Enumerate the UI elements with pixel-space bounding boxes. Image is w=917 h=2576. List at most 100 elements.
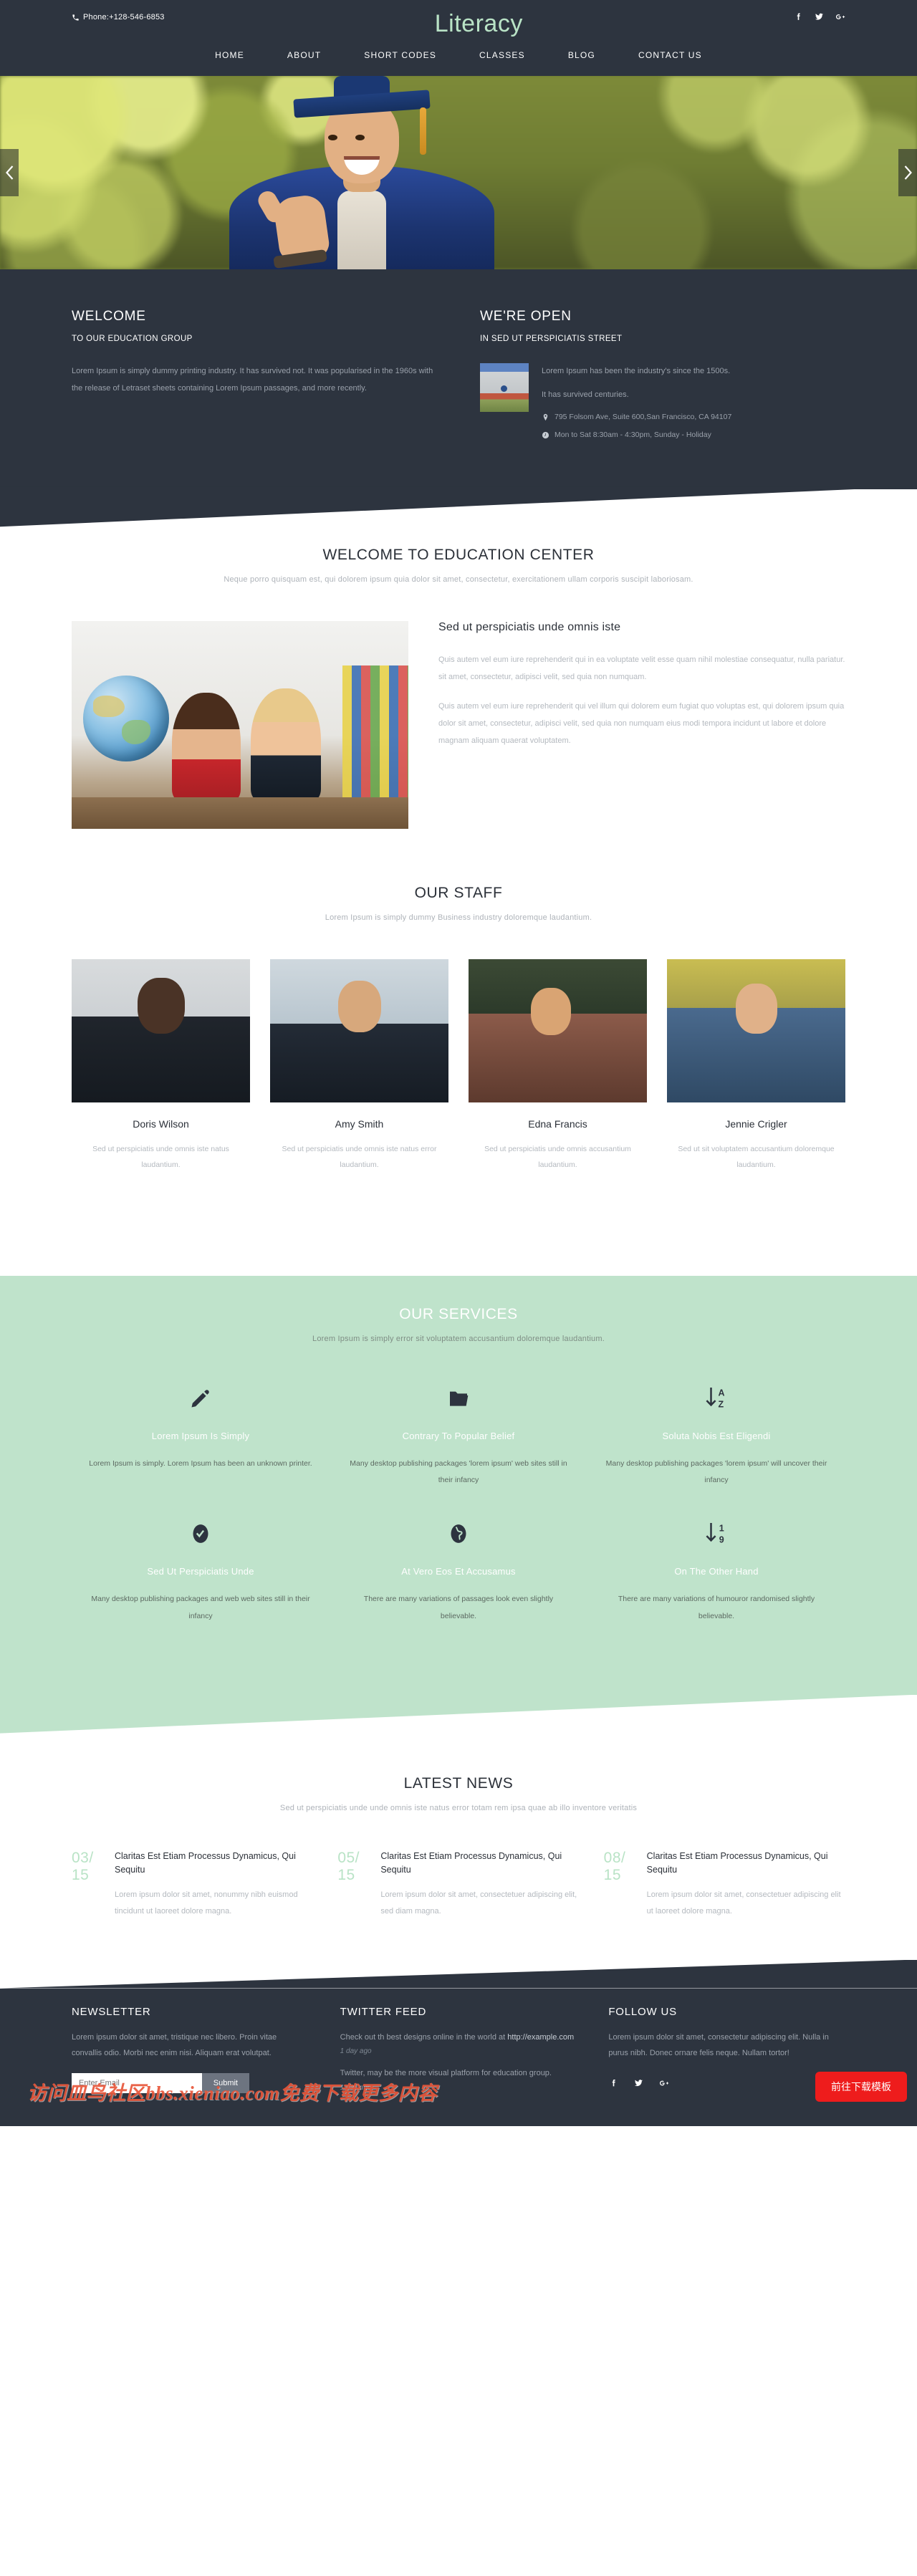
map-pin-icon [543,413,548,420]
were-open-column: WE'RE OPEN IN SED UT PERSPICIATIS STREET… [480,309,845,439]
services-subtitle: Lorem Ipsum is simply error sit voluptat… [312,1335,605,1344]
hero-slider [0,76,917,269]
education-heading: Sed ut perspiciatis unde omnis iste [438,621,621,634]
service-card[interactable]: Contrary To Popular Belief Many desktop … [330,1382,587,1489]
news-title: LATEST NEWS [403,1774,514,1792]
phone-contact[interactable]: Phone:+128-546-6853 [72,7,165,21]
staff-description: Sed ut perspiciatis unde omnis iste natu… [282,1145,437,1170]
staff-subtitle: Lorem Ipsum is simply dummy Business ind… [325,913,592,923]
service-icon-wrap: 1 9 [603,1517,830,1550]
folder-icon [450,1391,469,1406]
sort-numeric-desc-icon: 1 9 [706,1523,724,1545]
nav-item-classes[interactable]: CLASSES [458,46,547,64]
service-icon-wrap [87,1382,314,1415]
service-title: Contrary To Popular Belief [402,1431,515,1442]
tweet-2-text: Twitter, may be the more visual platform… [340,2069,552,2078]
service-card[interactable]: A Z Soluta Nobis Est Eligendi Many deskt… [587,1382,845,1489]
staff-member-card[interactable]: Doris Wilson Sed ut perspiciatis unde om… [72,959,250,1173]
nav-item-home[interactable]: HOME [193,46,266,64]
google-plus-icon [836,14,845,19]
news-date: 03/ 15 [72,1850,105,1920]
footer-twitter-link[interactable] [633,2077,644,2092]
news-heading[interactable]: Claritas Est Etiam Processus Dynamicus, … [115,1850,313,1878]
nav-item-short-codes[interactable]: SHORT CODES [342,46,458,64]
news-desc: Lorem ipsum dolor sit amet, consectetuer… [380,1890,577,1916]
nav-item-about[interactable]: ABOUT [266,46,342,64]
newsletter-body: Lorem ipsum dolor sit amet, tristique ne… [72,2032,277,2058]
site-logo[interactable]: Literacy [165,11,793,36]
site-footer: NEWSLETTER Lorem ipsum dolor sit amet, t… [0,1959,917,2126]
newsletter-form: Submit [72,2072,249,2093]
education-center-section: WELCOME TO EDUCATION CENTER Neque porro … [0,489,917,830]
hero-next-button[interactable] [898,149,917,196]
tweet-1-link[interactable]: http://example.com [507,2033,574,2042]
open-title: WE'RE OPEN [480,309,572,324]
newsletter-email-input[interactable] [72,2072,202,2093]
twitter-icon [635,2079,643,2086]
footer-google-plus-link[interactable] [658,2077,669,2092]
staff-member-card[interactable]: Edna Francis Sed ut perspiciatis unde om… [469,959,647,1173]
download-template-button[interactable]: 前往下载模板 [815,2071,907,2102]
news-heading[interactable]: Claritas Est Etiam Processus Dynamicus, … [647,1850,845,1878]
education-photo [72,621,408,830]
hero-prev-button[interactable] [0,149,19,196]
service-card[interactable]: Lorem Ipsum Is Simply Lorem Ipsum is sim… [72,1382,330,1489]
staff-name: Jennie Crigler [725,1118,787,1130]
news-item[interactable]: 08/ 15 Claritas Est Etiam Processus Dyna… [604,1850,845,1920]
header-google-plus-link[interactable] [835,11,845,22]
footer-facebook-link[interactable] [608,2077,619,2092]
follow-us-title: FOLLOW US [608,2005,677,2018]
open-body-1: Lorem Ipsum has been the industry's sinc… [542,367,731,375]
nav-item-blog[interactable]: BLOG [547,46,617,64]
news-date-day: 03/ [72,1849,94,1866]
news-date-day: 05/ [337,1849,360,1866]
service-icon-wrap [87,1517,314,1550]
staff-name: Edna Francis [528,1118,587,1130]
site-header: Phone:+128-546-6853 Literacy HOME ABOUT … [0,0,917,76]
services-top-diagonal [0,1236,917,1277]
phone-icon [72,14,79,21]
newsletter-title: NEWSLETTER [72,2005,151,2018]
header-social-links [793,7,845,22]
nav-item-contact-us[interactable]: CONTACT US [617,46,724,64]
header-facebook-link[interactable] [793,11,804,22]
tweet-2-timestamp: 1 day ago [340,2083,372,2092]
hours-text: Mon to Sat 8:30am - 4:30pm, Sunday - Hol… [554,431,711,440]
news-heading[interactable]: Claritas Est Etiam Processus Dynamicus, … [380,1850,579,1878]
header-twitter-link[interactable] [814,11,825,22]
service-card[interactable]: 1 9 On The Other Hand There are many var… [587,1517,845,1624]
twitter-feed-title: TWITTER FEED [340,2005,427,2018]
staff-member-card[interactable]: Jennie Crigler Sed ut sit voluptatem acc… [667,959,845,1173]
news-subtitle: Sed ut perspiciatis unde unde omnis iste… [279,1803,638,1812]
education-paragraph-1: Quis autem vel eum iure reprehenderit qu… [438,655,845,682]
service-card[interactable]: Sed Ut Perspiciatis Unde Many desktop pu… [72,1517,330,1624]
services-title: OUR SERVICES [399,1306,518,1323]
service-desc: Many desktop publishing packages and web… [91,1595,310,1620]
education-subtitle: Neque porro quisquam est, qui dolorem ip… [224,575,693,585]
staff-member-card[interactable]: Amy Smith Sed ut perspiciatis unde omnis… [270,959,448,1173]
footer-top-diagonal [0,1959,917,1989]
phone-number: Phone:+128-546-6853 [83,13,165,21]
staff-description: Sed ut sit voluptatem accusantium dolore… [678,1145,835,1170]
news-date-year: 15 [603,1866,622,1883]
news-item[interactable]: 05/ 15 Claritas Est Etiam Processus Dyna… [337,1850,579,1920]
staff-name: Amy Smith [335,1118,384,1130]
svg-text:1: 1 [719,1524,724,1534]
news-date: 08/ 15 [604,1850,637,1920]
education-title: WELCOME TO EDUCATION CENTER [322,547,595,564]
service-card[interactable]: At Vero Eos Et Accusamus There are many … [330,1517,587,1624]
tweet-item: Check out th best designs online in the … [340,2029,577,2056]
latest-news-section: LATEST NEWS Sed ut perspiciatis unde und… [0,1733,917,1960]
news-item[interactable]: 03/ 15 Claritas Est Etiam Processus Dyna… [72,1850,313,1920]
news-date-year: 15 [72,1866,90,1883]
service-title: Soluta Nobis Est Eligendi [662,1431,771,1442]
facebook-icon [797,13,800,20]
google-plus-icon [660,2080,669,2085]
newsletter-submit-button[interactable]: Submit [201,2072,249,2093]
tweet-item: Twitter, may be the more visual platform… [340,2065,577,2092]
welcome-column: WELCOME TO OUR EDUCATION GROUP Lorem Ips… [72,309,437,439]
hero-background-image [0,76,917,269]
footer-twitter-column: TWITTER FEED Check out th best designs o… [340,2006,577,2102]
service-title: Lorem Ipsum Is Simply [151,1431,250,1442]
tweet-1-text: Check out th best designs online in the … [340,2032,508,2042]
